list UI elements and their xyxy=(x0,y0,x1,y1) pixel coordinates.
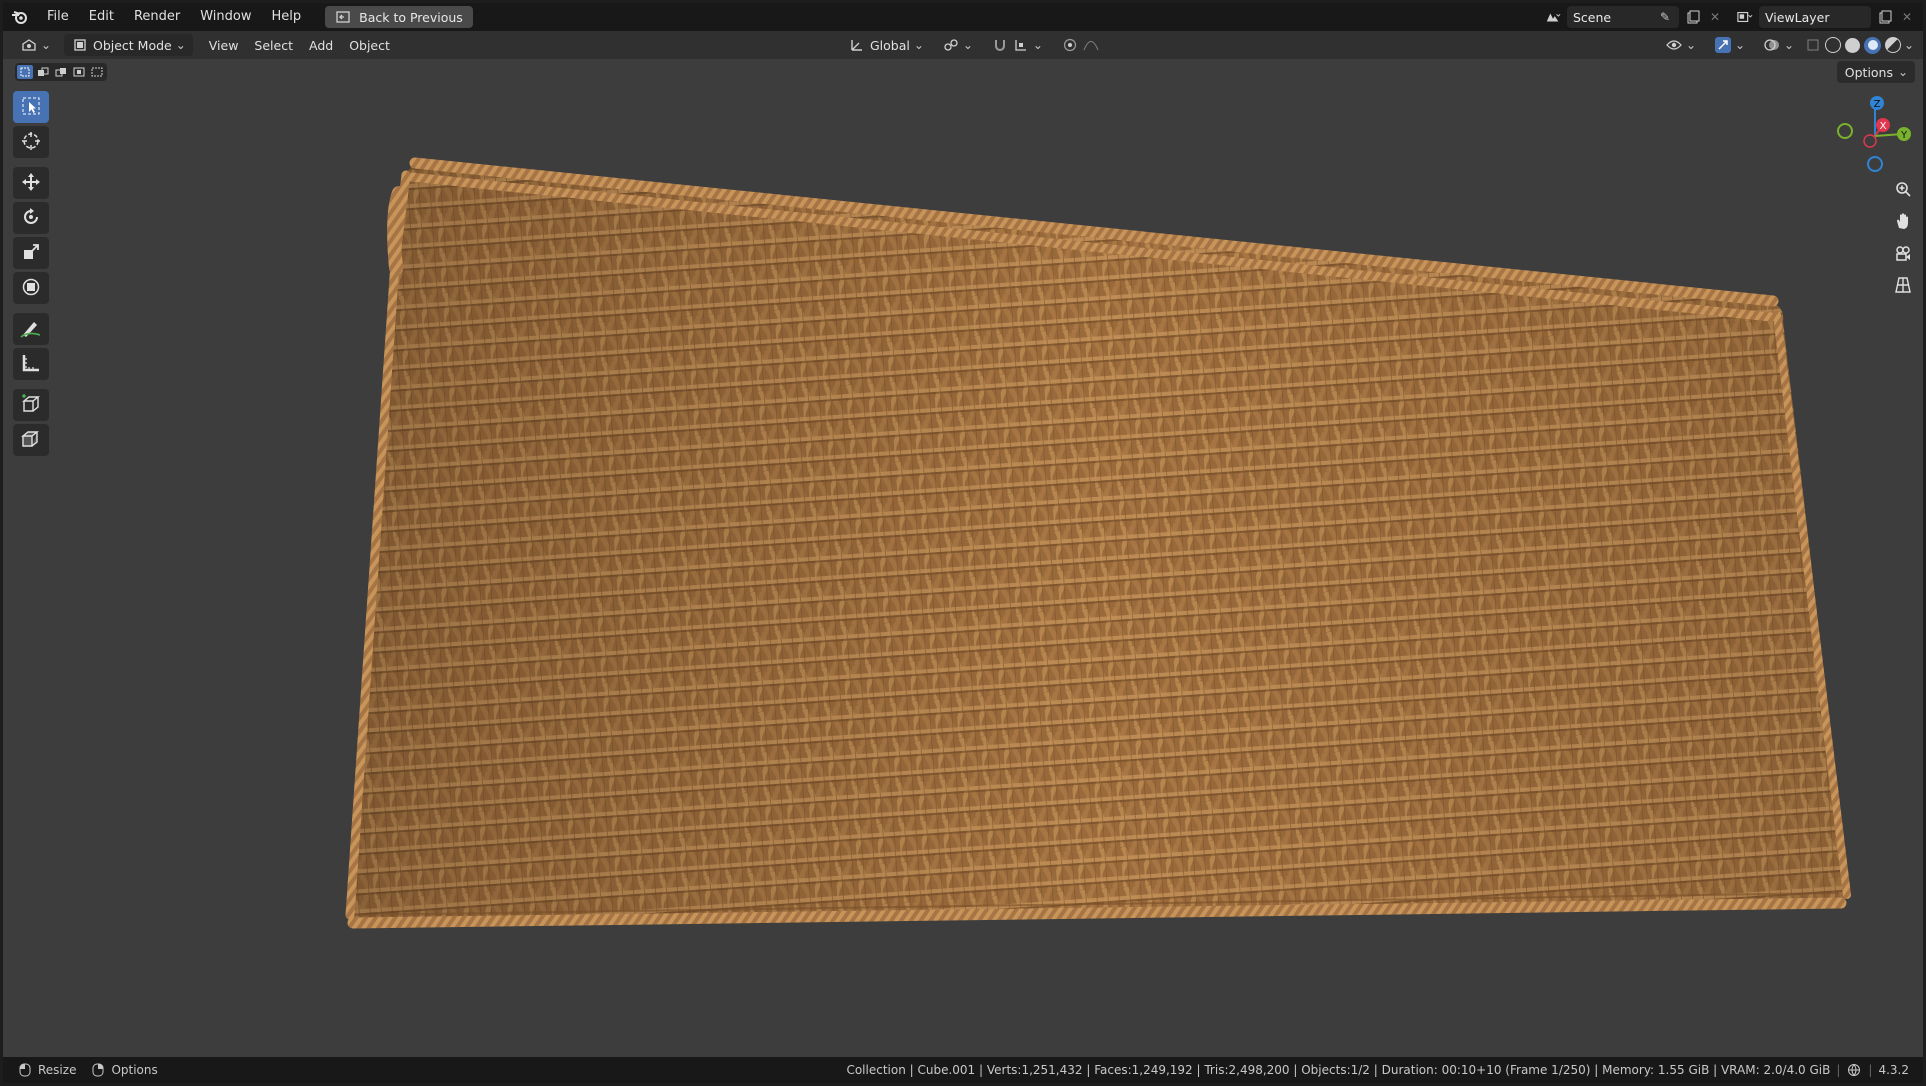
select-invert-icon[interactable] xyxy=(71,65,87,79)
tool-shelf xyxy=(13,91,53,459)
measure-ruler-icon xyxy=(21,353,41,376)
measure-tool[interactable] xyxy=(13,348,49,380)
blender-window: File Edit Render Window Help Back to Pre… xyxy=(0,0,1926,1086)
annotate-tool[interactable] xyxy=(13,313,49,345)
gizmo-neg-x-axis[interactable] xyxy=(1863,134,1877,148)
options-label: Options xyxy=(1844,64,1893,80)
object-tool-icon xyxy=(20,429,42,452)
select-intersect-icon[interactable] xyxy=(89,65,105,79)
move-icon xyxy=(21,172,41,195)
selection-mode-group xyxy=(15,63,107,81)
network-globe-icon[interactable] xyxy=(1846,1062,1862,1078)
status-left-group: Resize Options xyxy=(3,1062,158,1078)
add-cube-tool[interactable] xyxy=(13,389,49,421)
gizmo-neg-y-axis[interactable] xyxy=(1837,123,1853,139)
options-dropdown[interactable]: Options ⌄ xyxy=(1836,61,1915,83)
scale-icon xyxy=(21,242,41,265)
pan-hand-icon[interactable] xyxy=(1889,207,1917,235)
gizmo-x-label: X xyxy=(1880,121,1887,132)
zoom-icon[interactable] xyxy=(1889,175,1917,203)
gizmo-neg-z-axis[interactable] xyxy=(1867,156,1883,172)
status-options-label: Options xyxy=(111,1063,158,1077)
mouse-right-icon xyxy=(90,1062,106,1078)
select-subtract-icon[interactable] xyxy=(53,65,69,79)
select-extend-icon[interactable] xyxy=(35,65,51,79)
navigation-gizmo[interactable]: Z X Y xyxy=(1823,91,1923,181)
status-resize-hint: Resize xyxy=(17,1062,76,1078)
wicker-panel-object[interactable] xyxy=(3,3,1926,1086)
move-tool[interactable] xyxy=(13,167,49,199)
rotate-icon xyxy=(21,207,41,230)
status-options-hint: Options xyxy=(90,1062,158,1078)
scale-tool[interactable] xyxy=(13,237,49,269)
annotate-pencil-icon xyxy=(20,318,42,341)
gizmo-z-label: Z xyxy=(1874,99,1881,110)
chevron-down-icon: ⌄ xyxy=(1897,65,1909,79)
object-tool[interactable] xyxy=(13,424,49,456)
select-box-icon xyxy=(21,96,41,119)
transform-tool[interactable] xyxy=(13,272,49,304)
select-box-tool[interactable] xyxy=(13,91,49,123)
scene-statistics: Collection | Cube.001 | Verts:1,251,432 … xyxy=(846,1063,1831,1077)
perspective-toggle-icon[interactable] xyxy=(1889,271,1917,299)
add-cube-icon xyxy=(20,393,42,417)
status-right-group: Collection | Cube.001 | Verts:1,251,432 … xyxy=(846,1062,1909,1078)
transform-icon xyxy=(21,277,41,300)
cursor-tool[interactable] xyxy=(13,126,49,158)
cursor-icon xyxy=(21,131,41,154)
status-bar: Resize Options Collection | Cube.001 | V… xyxy=(3,1057,1923,1083)
camera-view-icon[interactable] xyxy=(1889,239,1917,267)
status-resize-label: Resize xyxy=(38,1063,77,1077)
navigation-buttons xyxy=(1889,175,1917,299)
blender-version: 4.3.2 xyxy=(1878,1063,1909,1077)
mouse-left-icon xyxy=(17,1062,33,1078)
rotate-tool[interactable] xyxy=(13,202,49,234)
select-new-icon[interactable] xyxy=(17,65,33,79)
gizmo-y-label: Y xyxy=(1900,130,1908,141)
